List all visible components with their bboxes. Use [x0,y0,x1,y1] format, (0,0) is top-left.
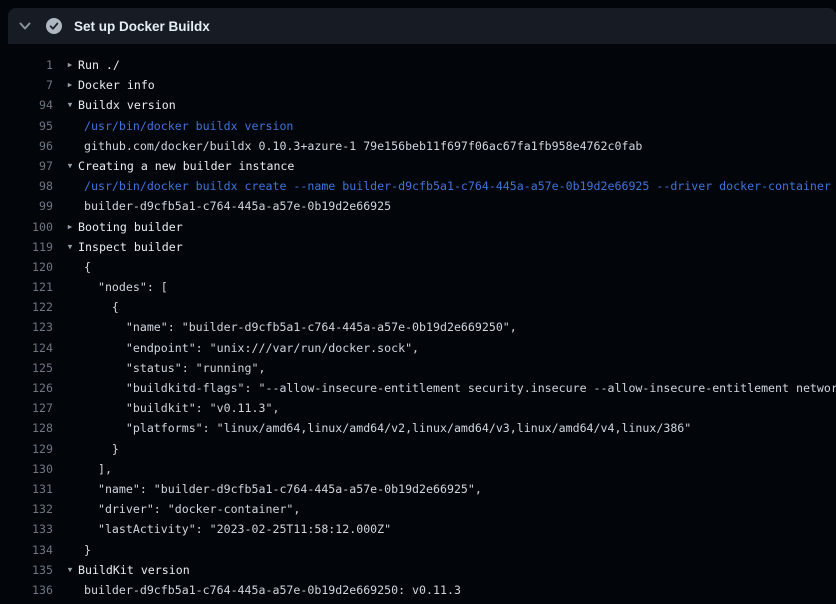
line-number[interactable]: 123 [0,317,53,337]
log-text: { [84,257,91,277]
log-line: 136 builder-d9cfb5a1-c764-445a-a57e-0b19d… [0,580,836,600]
line-number[interactable]: 99 [0,196,53,216]
triangle-collapsed-icon[interactable]: ▶ [64,217,76,237]
group-title: Buildx version [78,95,176,115]
log-text: "platforms": "linux/amd64,linux/amd64/v2… [84,418,691,438]
line-number[interactable]: 134 [0,540,53,560]
group-title: Booting builder [78,217,183,237]
line-number[interactable]: 97 [0,156,53,176]
log-text: ], [84,459,112,479]
log-line[interactable]: 100 ▶Booting builder [0,217,836,237]
chevron-down-icon[interactable] [14,15,36,37]
triangle-expanded-icon[interactable]: ▼ [64,237,76,257]
group-title: Inspect builder [78,237,183,257]
line-number[interactable]: 125 [0,358,53,378]
log-line: 95/usr/bin/docker buildx version [0,116,836,136]
log-line[interactable]: 1 ▶Run ./ [0,55,836,75]
log-line: 128 "platforms": "linux/amd64,linux/amd6… [0,418,836,438]
log-text: { [84,297,119,317]
step-title: Set up Docker Buildx [74,19,210,34]
triangle-expanded-icon[interactable]: ▼ [64,560,76,580]
log-text: "name": "builder-d9cfb5a1-c764-445a-a57e… [84,479,482,499]
log-text: "endpoint": "unix:///var/run/docker.sock… [84,338,419,358]
log-line[interactable]: 135 ▼BuildKit version [0,560,836,580]
line-number[interactable]: 131 [0,479,53,499]
log-area: 1▶Run ./7▶Docker info94▼Buildx version95… [0,44,836,604]
log-text: builder-d9cfb5a1-c764-445a-a57e-0b19d2e6… [84,196,391,216]
log-text: } [84,540,91,560]
log-text: /usr/bin/docker buildx version [84,116,293,136]
log-line: 131 "name": "builder-d9cfb5a1-c764-445a-… [0,479,836,499]
log-line: 124 "endpoint": "unix:///var/run/docker.… [0,338,836,358]
log-line: 125 "status": "running", [0,358,836,378]
line-number[interactable]: 133 [0,519,53,539]
triangle-collapsed-icon[interactable]: ▶ [64,55,76,75]
log-line: 120 { [0,257,836,277]
line-number[interactable]: 127 [0,398,53,418]
line-number[interactable]: 126 [0,378,53,398]
log-line: 132 "driver": "docker-container", [0,499,836,519]
line-number[interactable]: 128 [0,418,53,438]
line-number[interactable]: 122 [0,297,53,317]
log-text: "driver": "docker-container", [84,499,300,519]
log-line: 121 "nodes": [ [0,277,836,297]
line-number[interactable]: 132 [0,499,53,519]
log-line[interactable]: 97 ▼Creating a new builder instance [0,156,836,176]
group-title: Creating a new builder instance [78,156,294,176]
line-number[interactable]: 94 [0,95,53,115]
log-line: 98/usr/bin/docker buildx create --name b… [0,176,836,196]
log-text: builder-d9cfb5a1-c764-445a-a57e-0b19d2e6… [84,580,461,600]
log-line[interactable]: 94 ▼Buildx version [0,95,836,115]
log-line: 134} [0,540,836,560]
log-text: github.com/docker/buildx 0.10.3+azure-1 … [84,136,642,156]
log-line: 127 "buildkit": "v0.11.3", [0,398,836,418]
log-text: "buildkitd-flags": "--allow-insecure-ent… [84,378,836,398]
line-number[interactable]: 136 [0,580,53,600]
line-number[interactable]: 119 [0,237,53,257]
line-number[interactable]: 100 [0,217,53,237]
log-text: "name": "builder-d9cfb5a1-c764-445a-a57e… [84,317,517,337]
line-number[interactable]: 124 [0,338,53,358]
triangle-collapsed-icon[interactable]: ▶ [64,75,76,95]
log-line[interactable]: 119 ▼Inspect builder [0,237,836,257]
line-number[interactable]: 129 [0,439,53,459]
line-number[interactable]: 120 [0,257,53,277]
log-line: 133 "lastActivity": "2023-02-25T11:58:12… [0,519,836,539]
line-number[interactable]: 121 [0,277,53,297]
log-line: 122 { [0,297,836,317]
log-text: "status": "running", [84,358,265,378]
group-title: Run ./ [78,55,120,75]
log-line[interactable]: 7 ▶Docker info [0,75,836,95]
line-number[interactable]: 95 [0,116,53,136]
triangle-expanded-icon[interactable]: ▼ [64,95,76,115]
check-circle-icon [46,18,62,34]
log-line: 129 } [0,439,836,459]
line-number[interactable]: 96 [0,136,53,156]
line-number[interactable]: 7 [0,75,53,95]
log-line: 99 builder-d9cfb5a1-c764-445a-a57e-0b19d2… [0,196,836,216]
log-line: 123 "name": "builder-d9cfb5a1-c764-445a-… [0,317,836,337]
triangle-expanded-icon[interactable]: ▼ [64,156,76,176]
log-text: /usr/bin/docker buildx create --name bui… [84,176,831,196]
log-text: "lastActivity": "2023-02-25T11:58:12.000… [84,519,391,539]
group-title: Docker info [78,75,155,95]
log-line: 126 "buildkitd-flags": "--allow-insecure… [0,378,836,398]
group-title: BuildKit version [78,560,190,580]
line-number[interactable]: 135 [0,560,53,580]
log-text: "nodes": [ [84,277,168,297]
line-number[interactable]: 98 [0,176,53,196]
log-line: 130 ], [0,459,836,479]
line-number[interactable]: 1 [0,55,53,75]
step-header[interactable]: Set up Docker Buildx [8,8,836,44]
log-line: 96 github.com/docker/buildx 0.10.3+azure-… [0,136,836,156]
log-text: } [84,439,119,459]
line-number[interactable]: 130 [0,459,53,479]
log-text: "buildkit": "v0.11.3", [84,398,279,418]
